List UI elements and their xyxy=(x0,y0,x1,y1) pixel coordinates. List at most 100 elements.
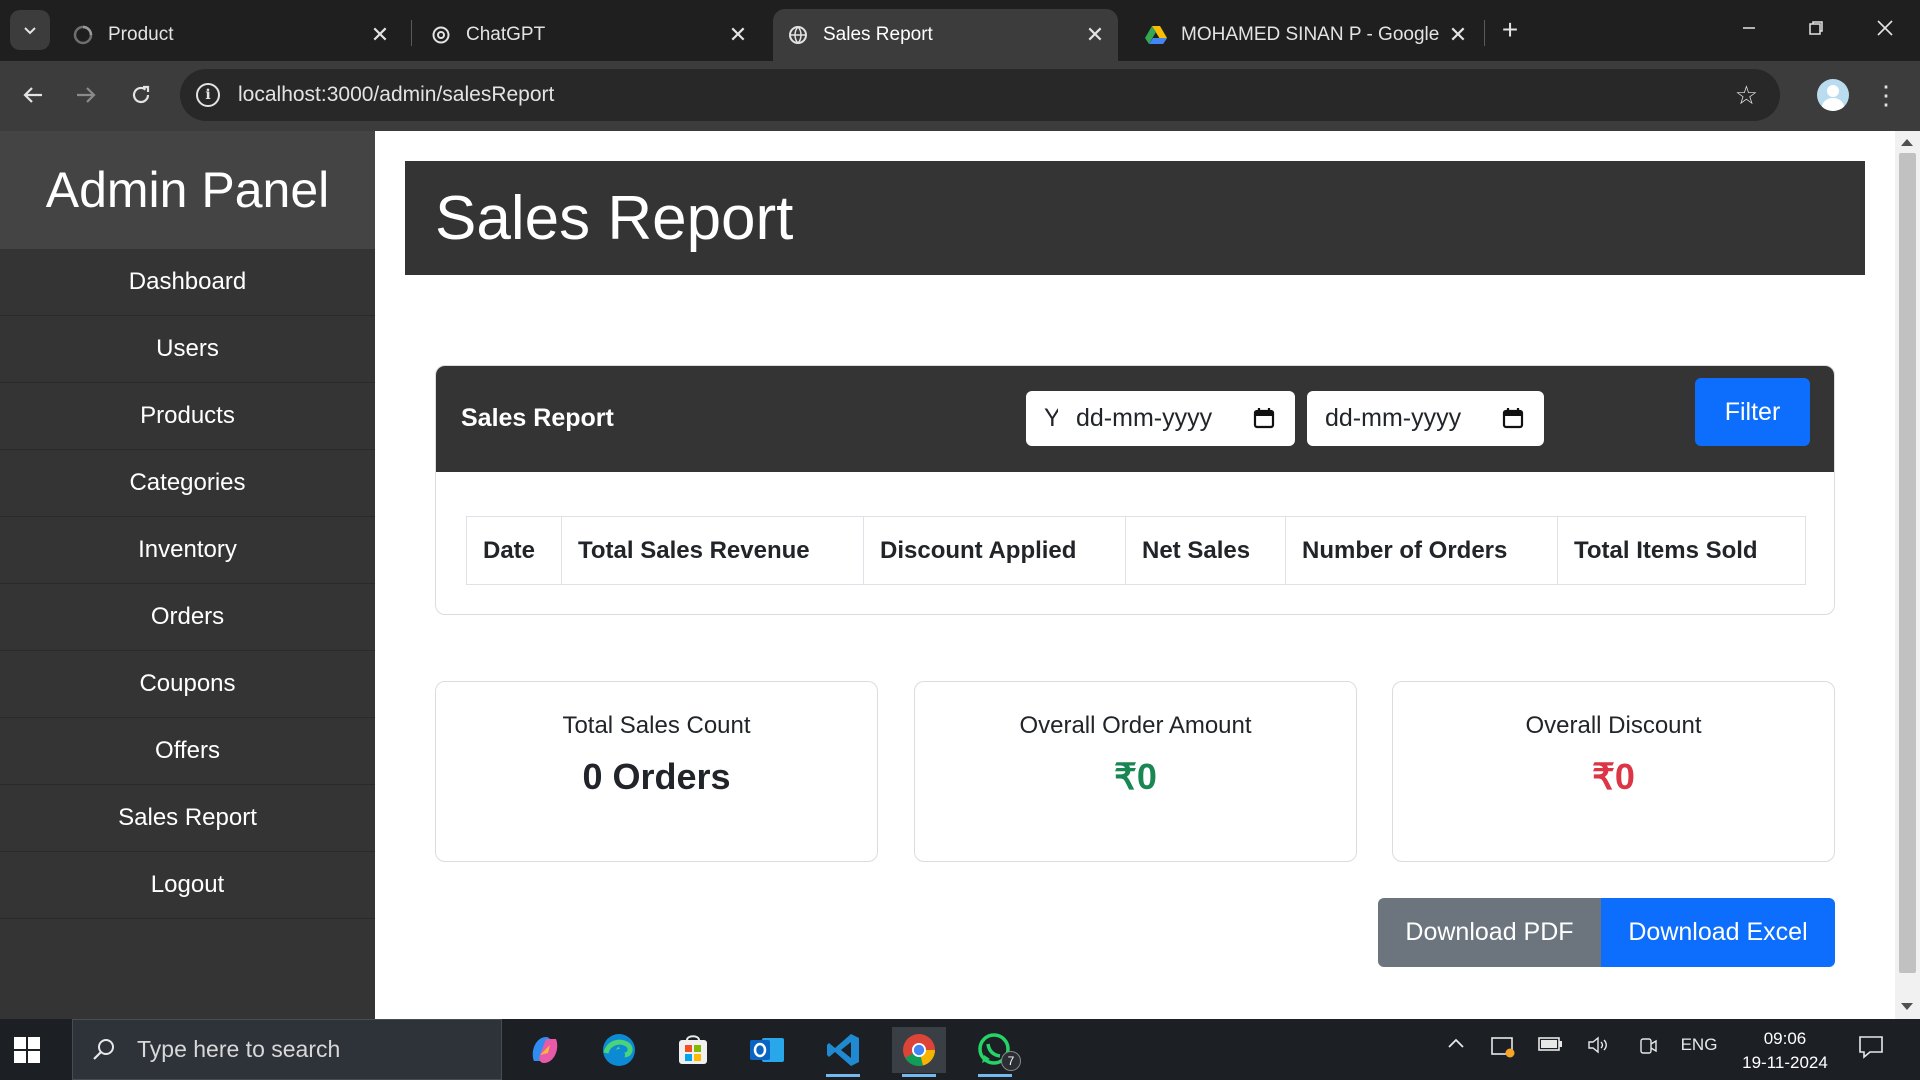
column-header-net-sales: Net Sales xyxy=(1125,516,1286,585)
stat-value: ₹0 xyxy=(1114,756,1157,797)
column-header-total-items-sold: Total Items Sold xyxy=(1557,516,1806,585)
minimize-icon[interactable] xyxy=(1726,8,1772,48)
restore-icon[interactable] xyxy=(1793,8,1839,48)
close-tab-icon[interactable]: ✕ xyxy=(365,20,395,50)
show-hidden-icons-icon[interactable] xyxy=(1443,1035,1469,1053)
forward-icon[interactable] xyxy=(66,75,106,115)
language-indicator[interactable]: ENG xyxy=(1676,1035,1722,1055)
meet-now-icon[interactable] xyxy=(1635,1035,1661,1057)
address-bar[interactable]: i localhost:3000/admin/salesReport ☆ xyxy=(180,69,1780,121)
security-center-icon[interactable] xyxy=(1489,1035,1517,1059)
start-date-placeholder: dd-mm-yyyy xyxy=(1076,404,1213,432)
end-date-placeholder: dd-mm-yyyy xyxy=(1325,404,1462,432)
edge-icon[interactable] xyxy=(592,1027,646,1073)
copilot-icon[interactable] xyxy=(518,1027,572,1073)
sales-report-card: Sales Report Yearly dd-mm-yyyy dd-mm-yyy… xyxy=(435,365,1835,615)
tab-title: ChatGPT xyxy=(466,24,546,45)
sidebar-item-orders[interactable]: Orders xyxy=(0,584,375,651)
whatsapp-notification-badge: 7 xyxy=(1001,1051,1021,1071)
notifications-icon[interactable] xyxy=(1856,1035,1886,1059)
sidebar-item-inventory[interactable]: Inventory xyxy=(0,517,375,584)
filter-button[interactable]: Filter xyxy=(1695,378,1810,446)
scroll-up-arrow-icon[interactable] xyxy=(1901,139,1913,146)
browser-tab-bar: Product ✕ ChatGPT ✕ Sales Report ✕ MOHAM… xyxy=(0,0,1920,61)
tab-search-button[interactable] xyxy=(10,10,50,50)
google-drive-icon xyxy=(1145,24,1167,46)
stat-label: Overall Discount xyxy=(1525,712,1702,739)
new-tab-icon[interactable]: + xyxy=(1494,14,1526,46)
search-icon xyxy=(93,1038,114,1060)
page-scrollbar[interactable] xyxy=(1895,131,1920,1019)
stat-label: Overall Order Amount xyxy=(1019,712,1252,739)
tab-sales-report[interactable]: Sales Report ✕ xyxy=(773,9,1118,61)
close-tab-icon[interactable]: ✕ xyxy=(1080,20,1110,50)
stat-card-overall-order-amount: Overall Order Amount ₹0 xyxy=(914,681,1357,862)
chevron-down-icon xyxy=(24,27,36,35)
page: Admin Panel Dashboard Users Products Cat… xyxy=(0,131,1920,1019)
site-info-icon[interactable]: i xyxy=(196,83,220,107)
download-excel-button[interactable]: Download Excel xyxy=(1601,898,1835,967)
windows-taskbar: Type here to search 7 ENG 09:06 19-11-20… xyxy=(0,1019,1920,1080)
tab-title: MOHAMED SINAN P - Google D xyxy=(1181,24,1443,45)
microsoft-store-icon[interactable] xyxy=(666,1027,720,1073)
stat-value: 0 Orders xyxy=(582,756,731,797)
download-pdf-button[interactable]: Download PDF xyxy=(1378,898,1601,967)
main-content: Sales Report Sales Report Yearly dd-mm-y… xyxy=(375,131,1895,1019)
taskbar-clock[interactable]: 09:06 19-11-2024 xyxy=(1730,1027,1840,1075)
whatsapp-icon[interactable]: 7 xyxy=(968,1027,1022,1077)
sidebar-item-logout[interactable]: Logout xyxy=(0,852,375,919)
volume-icon[interactable] xyxy=(1585,1035,1613,1055)
page-title: Sales Report xyxy=(405,161,1865,275)
battery-icon[interactable] xyxy=(1537,1035,1565,1053)
end-date-input[interactable]: dd-mm-yyyy xyxy=(1307,391,1544,446)
sidebar-item-categories[interactable]: Categories xyxy=(0,450,375,517)
sidebar-brand: Admin Panel xyxy=(0,131,375,249)
stat-card-total-sales-count: Total Sales Count 0 Orders xyxy=(435,681,878,862)
tab-separator xyxy=(411,20,412,46)
admin-sidebar: Admin Panel Dashboard Users Products Cat… xyxy=(0,131,375,1019)
chrome-icon[interactable] xyxy=(892,1027,946,1077)
scroll-down-arrow-icon[interactable] xyxy=(1901,1003,1913,1010)
scrollbar-thumb[interactable] xyxy=(1899,153,1916,973)
column-header-date: Date xyxy=(466,516,562,585)
globe-icon xyxy=(787,24,809,46)
loading-icon xyxy=(72,24,94,46)
stat-card-overall-discount: Overall Discount ₹0 xyxy=(1392,681,1835,862)
tab-google-drive[interactable]: MOHAMED SINAN P - Google D ✕ xyxy=(1131,9,1481,61)
report-card-header: Sales Report Yearly dd-mm-yyyy dd-mm-yyy… xyxy=(436,366,1834,472)
taskbar-search-placeholder: Type here to search xyxy=(137,1036,341,1062)
tab-chatgpt[interactable]: ChatGPT ✕ xyxy=(416,9,761,61)
tab-separator xyxy=(1484,20,1485,46)
profile-avatar[interactable] xyxy=(1817,79,1849,111)
sidebar-item-dashboard[interactable]: Dashboard xyxy=(0,249,375,316)
chatgpt-icon xyxy=(430,24,452,46)
clock-time: 09:06 xyxy=(1763,1029,1807,1048)
start-date-input[interactable]: dd-mm-yyyy xyxy=(1058,391,1295,446)
sidebar-item-offers[interactable]: Offers xyxy=(0,718,375,785)
sidebar-item-users[interactable]: Users xyxy=(0,316,375,383)
bookmark-star-icon[interactable]: ☆ xyxy=(1735,80,1758,111)
vscode-icon[interactable] xyxy=(816,1027,870,1077)
sidebar-item-coupons[interactable]: Coupons xyxy=(0,651,375,718)
url-text[interactable]: localhost:3000/admin/salesReport xyxy=(238,83,1735,107)
more-menu-icon[interactable]: ⋮ xyxy=(1873,77,1899,113)
sidebar-item-products[interactable]: Products xyxy=(0,383,375,450)
tab-product[interactable]: Product ✕ xyxy=(58,9,403,61)
stat-value: ₹0 xyxy=(1592,756,1635,797)
browser-toolbar: i localhost:3000/admin/salesReport ☆ ⋮ xyxy=(0,61,1920,131)
sales-report-table: Date Total Sales Revenue Discount Applie… xyxy=(466,516,1806,585)
reload-icon[interactable] xyxy=(121,75,161,115)
close-tab-icon[interactable]: ✕ xyxy=(723,20,753,50)
windows-start-icon[interactable] xyxy=(14,1037,40,1063)
back-icon[interactable] xyxy=(13,75,53,115)
tab-title: Sales Report xyxy=(823,24,933,45)
taskbar-search-box[interactable]: Type here to search xyxy=(72,1019,502,1080)
calendar-icon[interactable] xyxy=(1502,407,1524,429)
close-window-icon[interactable] xyxy=(1862,8,1908,48)
sidebar-item-sales-report[interactable]: Sales Report xyxy=(0,785,375,852)
calendar-icon[interactable] xyxy=(1253,407,1275,429)
column-header-number-of-orders: Number of Orders xyxy=(1285,516,1558,585)
tab-title: Product xyxy=(108,24,174,45)
close-tab-icon[interactable]: ✕ xyxy=(1443,20,1473,50)
outlook-icon[interactable] xyxy=(740,1027,794,1073)
